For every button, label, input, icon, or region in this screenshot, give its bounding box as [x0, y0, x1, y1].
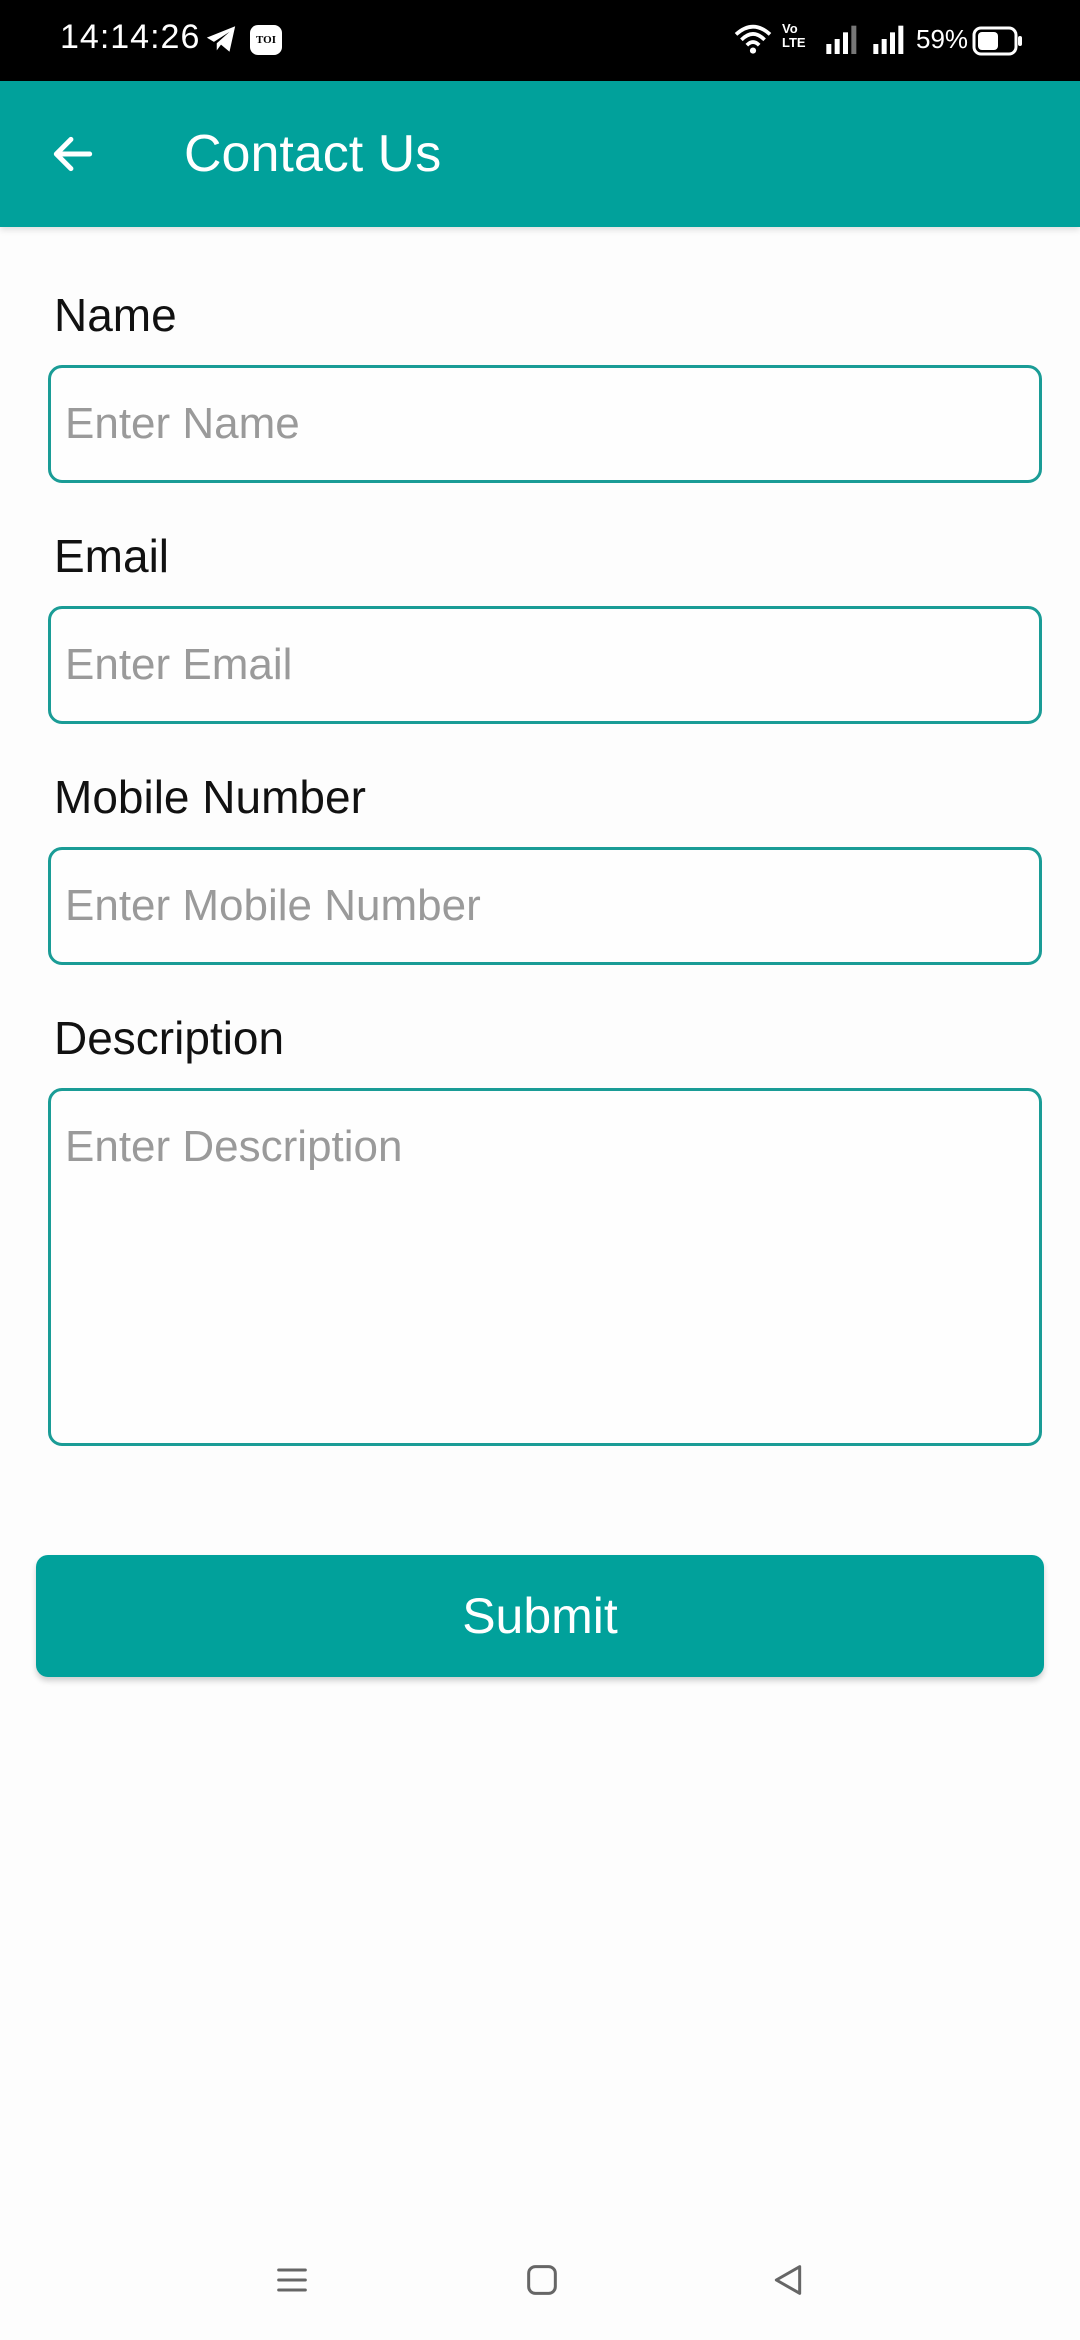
telegram-icon	[204, 22, 238, 61]
submit-button[interactable]: Submit	[36, 1555, 1044, 1677]
app-bar: Contact Us	[0, 81, 1080, 227]
wifi-icon	[734, 22, 772, 61]
signal-icon	[873, 24, 907, 59]
menu-icon[interactable]	[272, 2260, 312, 2305]
arrow-left-icon[interactable]	[48, 129, 98, 179]
description-input[interactable]	[48, 1088, 1042, 1446]
volte-icon: Vo LTE	[782, 21, 806, 50]
page-title: Contact Us	[184, 125, 442, 183]
mobile-number-label: Mobile Number	[54, 771, 366, 823]
status-bar: 14:14:26 TOI Vo LTE 59%	[0, 0, 1080, 81]
battery-icon	[972, 26, 1024, 61]
name-label: Name	[54, 289, 177, 341]
system-nav-bar	[0, 2240, 1080, 2340]
mobile-number-input[interactable]	[48, 847, 1042, 965]
description-label: Description	[54, 1012, 285, 1064]
back-triangle-icon[interactable]	[768, 2260, 808, 2305]
email-label: Email	[54, 530, 170, 582]
email-input[interactable]	[48, 606, 1042, 724]
status-time: 14:14:26	[60, 18, 201, 56]
name-input[interactable]	[48, 365, 1042, 483]
battery-percent: 59%	[916, 24, 969, 54]
signal-icon	[826, 24, 860, 59]
home-square-icon[interactable]	[522, 2260, 562, 2305]
toi-icon: TOI	[250, 25, 282, 55]
